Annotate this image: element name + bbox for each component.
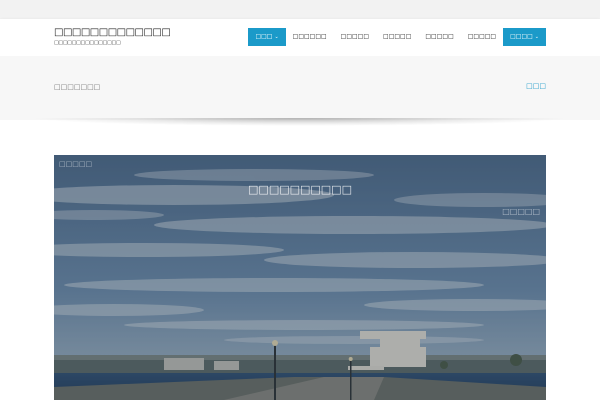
nav-item-label: □□□ [255,33,273,40]
nav-item-3[interactable]: □□□□□ [334,28,376,46]
nav-item-label: □□□□□ [340,33,370,40]
nav-item-label: □□□□□ [383,33,412,40]
site-title[interactable]: □□□□□□□□□□□□□ [54,27,171,38]
nav-item-4[interactable]: □□□□□ [376,28,418,46]
nav-item-label: □□□□ [510,33,533,40]
site-header: □□□□□□□□□□□□□ □□□□□□□□□□□□□□□ □□□ ⌄ □□□□□… [0,19,600,56]
top-bar [0,0,600,19]
nav-item-1[interactable]: □□□ ⌄ [248,28,286,46]
nav-item-label: □□□□□ [467,33,497,40]
chevron-down-icon: ⌄ [534,34,539,40]
hero-image: □□□□□ □□□□□□□□□□ □□□□□ [54,155,546,400]
nav-item-5[interactable]: □□□□□ [418,28,460,46]
page-title-bar: □□□□□□□ □□□ [0,56,600,120]
main-nav: □□□ ⌄ □□□□□□ □□□□□ □□□□□ □□□□□ □□□□□ □□□□… [248,28,546,46]
page-title: □□□□□□□ [54,83,101,91]
site-tagline: □□□□□□□□□□□□□□□ [54,40,121,46]
hero-label: □□□□□ [59,160,93,168]
nav-item-2[interactable]: □□□□□□ [286,28,334,46]
hero-label-right: □□□□□ [502,207,540,216]
breadcrumb[interactable]: □□□ [526,82,546,90]
nav-item-label: □□□□□ [425,33,454,40]
section-divider-shadow [30,118,570,126]
chevron-down-icon: ⌄ [274,34,279,40]
nav-item-6[interactable]: □□□□□ [461,28,503,46]
hero-title: □□□□□□□□□□ [248,183,352,196]
nav-item-label: □□□□□□ [292,33,327,40]
nav-item-7[interactable]: □□□□ ⌄ [503,28,546,46]
